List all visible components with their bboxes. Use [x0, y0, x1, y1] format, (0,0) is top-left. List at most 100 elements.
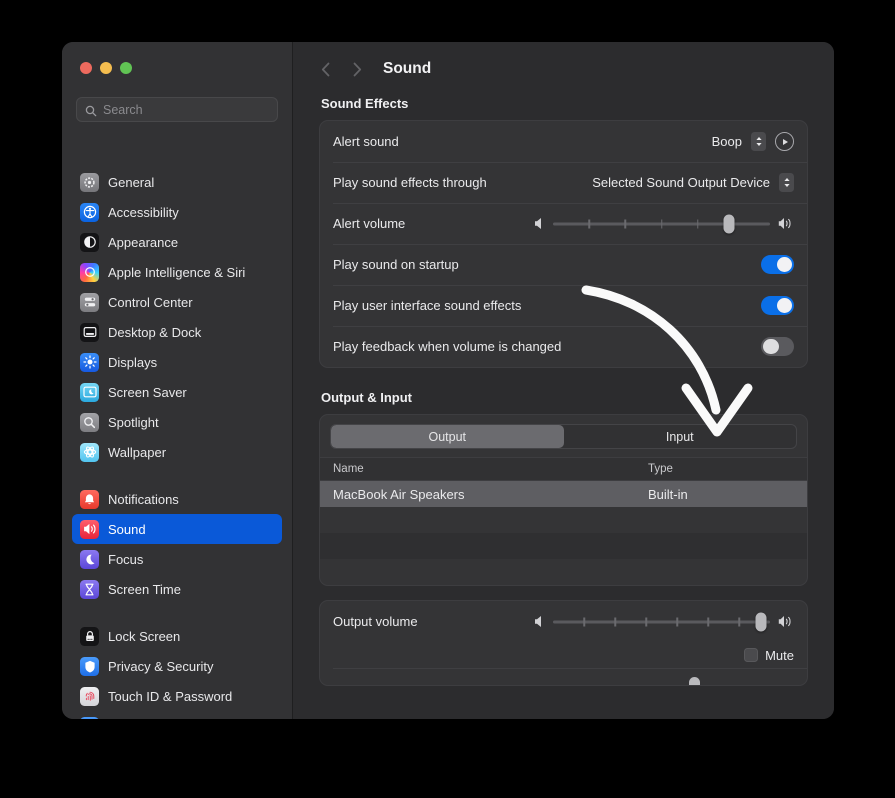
focus-icon	[80, 549, 99, 569]
chevron-left-icon	[321, 62, 329, 76]
startup-sound-label: Play sound on startup	[333, 257, 459, 272]
sidebar-item-screen-time[interactable]: Screen Time	[72, 574, 282, 604]
users-groups-icon	[80, 716, 99, 719]
sidebar-item-touch-id-password[interactable]: Touch ID & Password	[72, 681, 282, 711]
screen-time-icon	[80, 579, 99, 599]
sidebar-item-privacy-security[interactable]: Privacy & Security	[72, 651, 282, 681]
sidebar-item-label: General	[108, 174, 155, 190]
alert-sound-popup-stepper[interactable]	[751, 132, 766, 151]
play-sound-effects-through-row: Play sound effects through Selected Soun…	[320, 162, 807, 203]
table-row[interactable]	[320, 533, 807, 559]
sidebar-item-apple-intelligence-siri[interactable]: Apple Intelligence & Siri	[72, 257, 282, 287]
sidebar-item-displays[interactable]: Displays	[72, 347, 282, 377]
table-row[interactable]	[320, 559, 807, 585]
sidebar-nav[interactable]: General Accessibility Appearance Apple Inte…	[62, 173, 292, 719]
play-through-value[interactable]: Selected Sound Output Device	[592, 175, 770, 190]
ui-sound-effects-toggle[interactable]	[761, 296, 794, 315]
search-input[interactable]	[103, 102, 269, 117]
sidebar-item-label: Users & Groups	[108, 719, 200, 720]
slider-tick	[614, 617, 616, 626]
sidebar: General Accessibility Appearance Apple Inte…	[62, 42, 293, 719]
sidebar-item-lock-screen[interactable]: Lock Screen	[72, 621, 282, 651]
slider-tick	[660, 219, 663, 228]
sidebar-item-label: Privacy & Security	[108, 658, 214, 674]
search-box[interactable]	[76, 97, 278, 122]
sidebar-item-accessibility[interactable]: Accessibility	[72, 197, 282, 227]
sidebar-item-spotlight[interactable]: Spotlight	[72, 407, 282, 437]
window-controls	[62, 42, 292, 90]
slider-thumb[interactable]	[755, 612, 767, 631]
sidebar-item-users-groups[interactable]: Users & Groups	[72, 711, 282, 719]
notifications-icon	[80, 489, 99, 509]
mute-label: Mute	[765, 647, 794, 663]
play-through-popup-stepper[interactable]	[779, 173, 794, 192]
alert-volume-track[interactable]	[553, 214, 770, 234]
sidebar-item-screen-saver[interactable]: Screen Saver	[72, 377, 282, 407]
sidebar-item-label: Lock Screen	[108, 628, 181, 644]
sidebar-item-sound[interactable]: Sound	[72, 514, 282, 544]
spotlight-icon	[80, 412, 99, 432]
mute-checkbox[interactable]	[744, 648, 759, 662]
chevron-up-down-icon	[755, 137, 762, 146]
search-icon	[85, 104, 97, 116]
sidebar-item-label: Wallpaper	[108, 444, 167, 460]
privacy-security-icon	[80, 656, 99, 676]
device-type: Built-in	[648, 486, 688, 502]
sidebar-item-label: Desktop & Dock	[108, 324, 202, 340]
clipped-next-control	[320, 669, 807, 685]
tab-output[interactable]: Output	[331, 425, 564, 448]
table-row[interactable]: MacBook Air Speakers Built-in	[320, 481, 807, 507]
siri-icon	[80, 262, 99, 282]
lock-screen-icon	[80, 626, 99, 646]
table-row[interactable]	[320, 507, 807, 533]
chevron-up-down-icon	[783, 178, 790, 187]
back-button[interactable]	[313, 57, 337, 81]
sidebar-item-desktop-dock[interactable]: Desktop & Dock	[72, 317, 282, 347]
sidebar-item-label: Accessibility	[108, 204, 179, 220]
play-ui-sound-effects-row: Play user interface sound effects	[320, 285, 807, 326]
mute-row: Mute	[320, 642, 807, 668]
sidebar-item-focus[interactable]: Focus	[72, 544, 282, 574]
toggle-knob	[776, 297, 792, 314]
close-button[interactable]	[80, 62, 92, 74]
volume-feedback-toggle[interactable]	[761, 337, 794, 356]
startup-sound-toggle[interactable]	[761, 255, 794, 274]
sidebar-item-wallpaper[interactable]: Wallpaper	[72, 437, 282, 467]
alert-volume-slider[interactable]	[534, 214, 794, 234]
toggle-knob	[763, 338, 779, 355]
output-volume-slider[interactable]	[534, 612, 794, 632]
sidebar-item-notifications[interactable]: Notifications	[72, 484, 282, 514]
alert-sound-value[interactable]: Boop	[712, 134, 742, 149]
settings-scroll-area: Sound Effects Alert sound Boop Play soun…	[293, 96, 834, 719]
slider-tick	[624, 219, 627, 228]
sidebar-item-label: Displays	[108, 354, 158, 370]
sidebar-item-control-center[interactable]: Control Center	[72, 287, 282, 317]
play-alert-sound-button[interactable]	[775, 132, 794, 151]
output-input-tabs[interactable]: Output Input	[330, 424, 797, 449]
sidebar-item-label: Sound	[108, 521, 146, 537]
output-volume-card: Output volume Mute	[319, 600, 808, 686]
sidebar-item-appearance[interactable]: Appearance	[72, 227, 282, 257]
sidebar-item-general[interactable]: General	[72, 173, 282, 197]
column-header-name: Name	[333, 463, 364, 475]
minimize-button[interactable]	[100, 62, 112, 74]
sidebar-item-label: Touch ID & Password	[108, 688, 233, 704]
slider-thumb[interactable]	[723, 214, 735, 233]
alert-sound-label: Alert sound	[333, 134, 399, 149]
system-settings-window: General Accessibility Appearance Apple Inte…	[62, 42, 834, 719]
slider-thumb[interactable]	[689, 677, 700, 685]
zoom-button[interactable]	[120, 62, 132, 74]
toggle-knob	[776, 256, 792, 273]
sound-effects-card: Alert sound Boop Play sound effects thro…	[319, 120, 808, 368]
column-header-type: Type	[648, 463, 673, 475]
output-volume-track[interactable]	[553, 612, 770, 632]
sidebar-item-label: Control Center	[108, 294, 193, 310]
alert-sound-row: Alert sound Boop	[320, 121, 807, 162]
gear-icon	[80, 173, 99, 192]
tab-input[interactable]: Input	[564, 425, 797, 448]
forward-button[interactable]	[345, 57, 369, 81]
control-center-icon	[80, 292, 99, 312]
slider-tick	[738, 617, 740, 626]
sidebar-item-label: Notifications	[108, 491, 179, 507]
play-through-label: Play sound effects through	[333, 175, 487, 190]
